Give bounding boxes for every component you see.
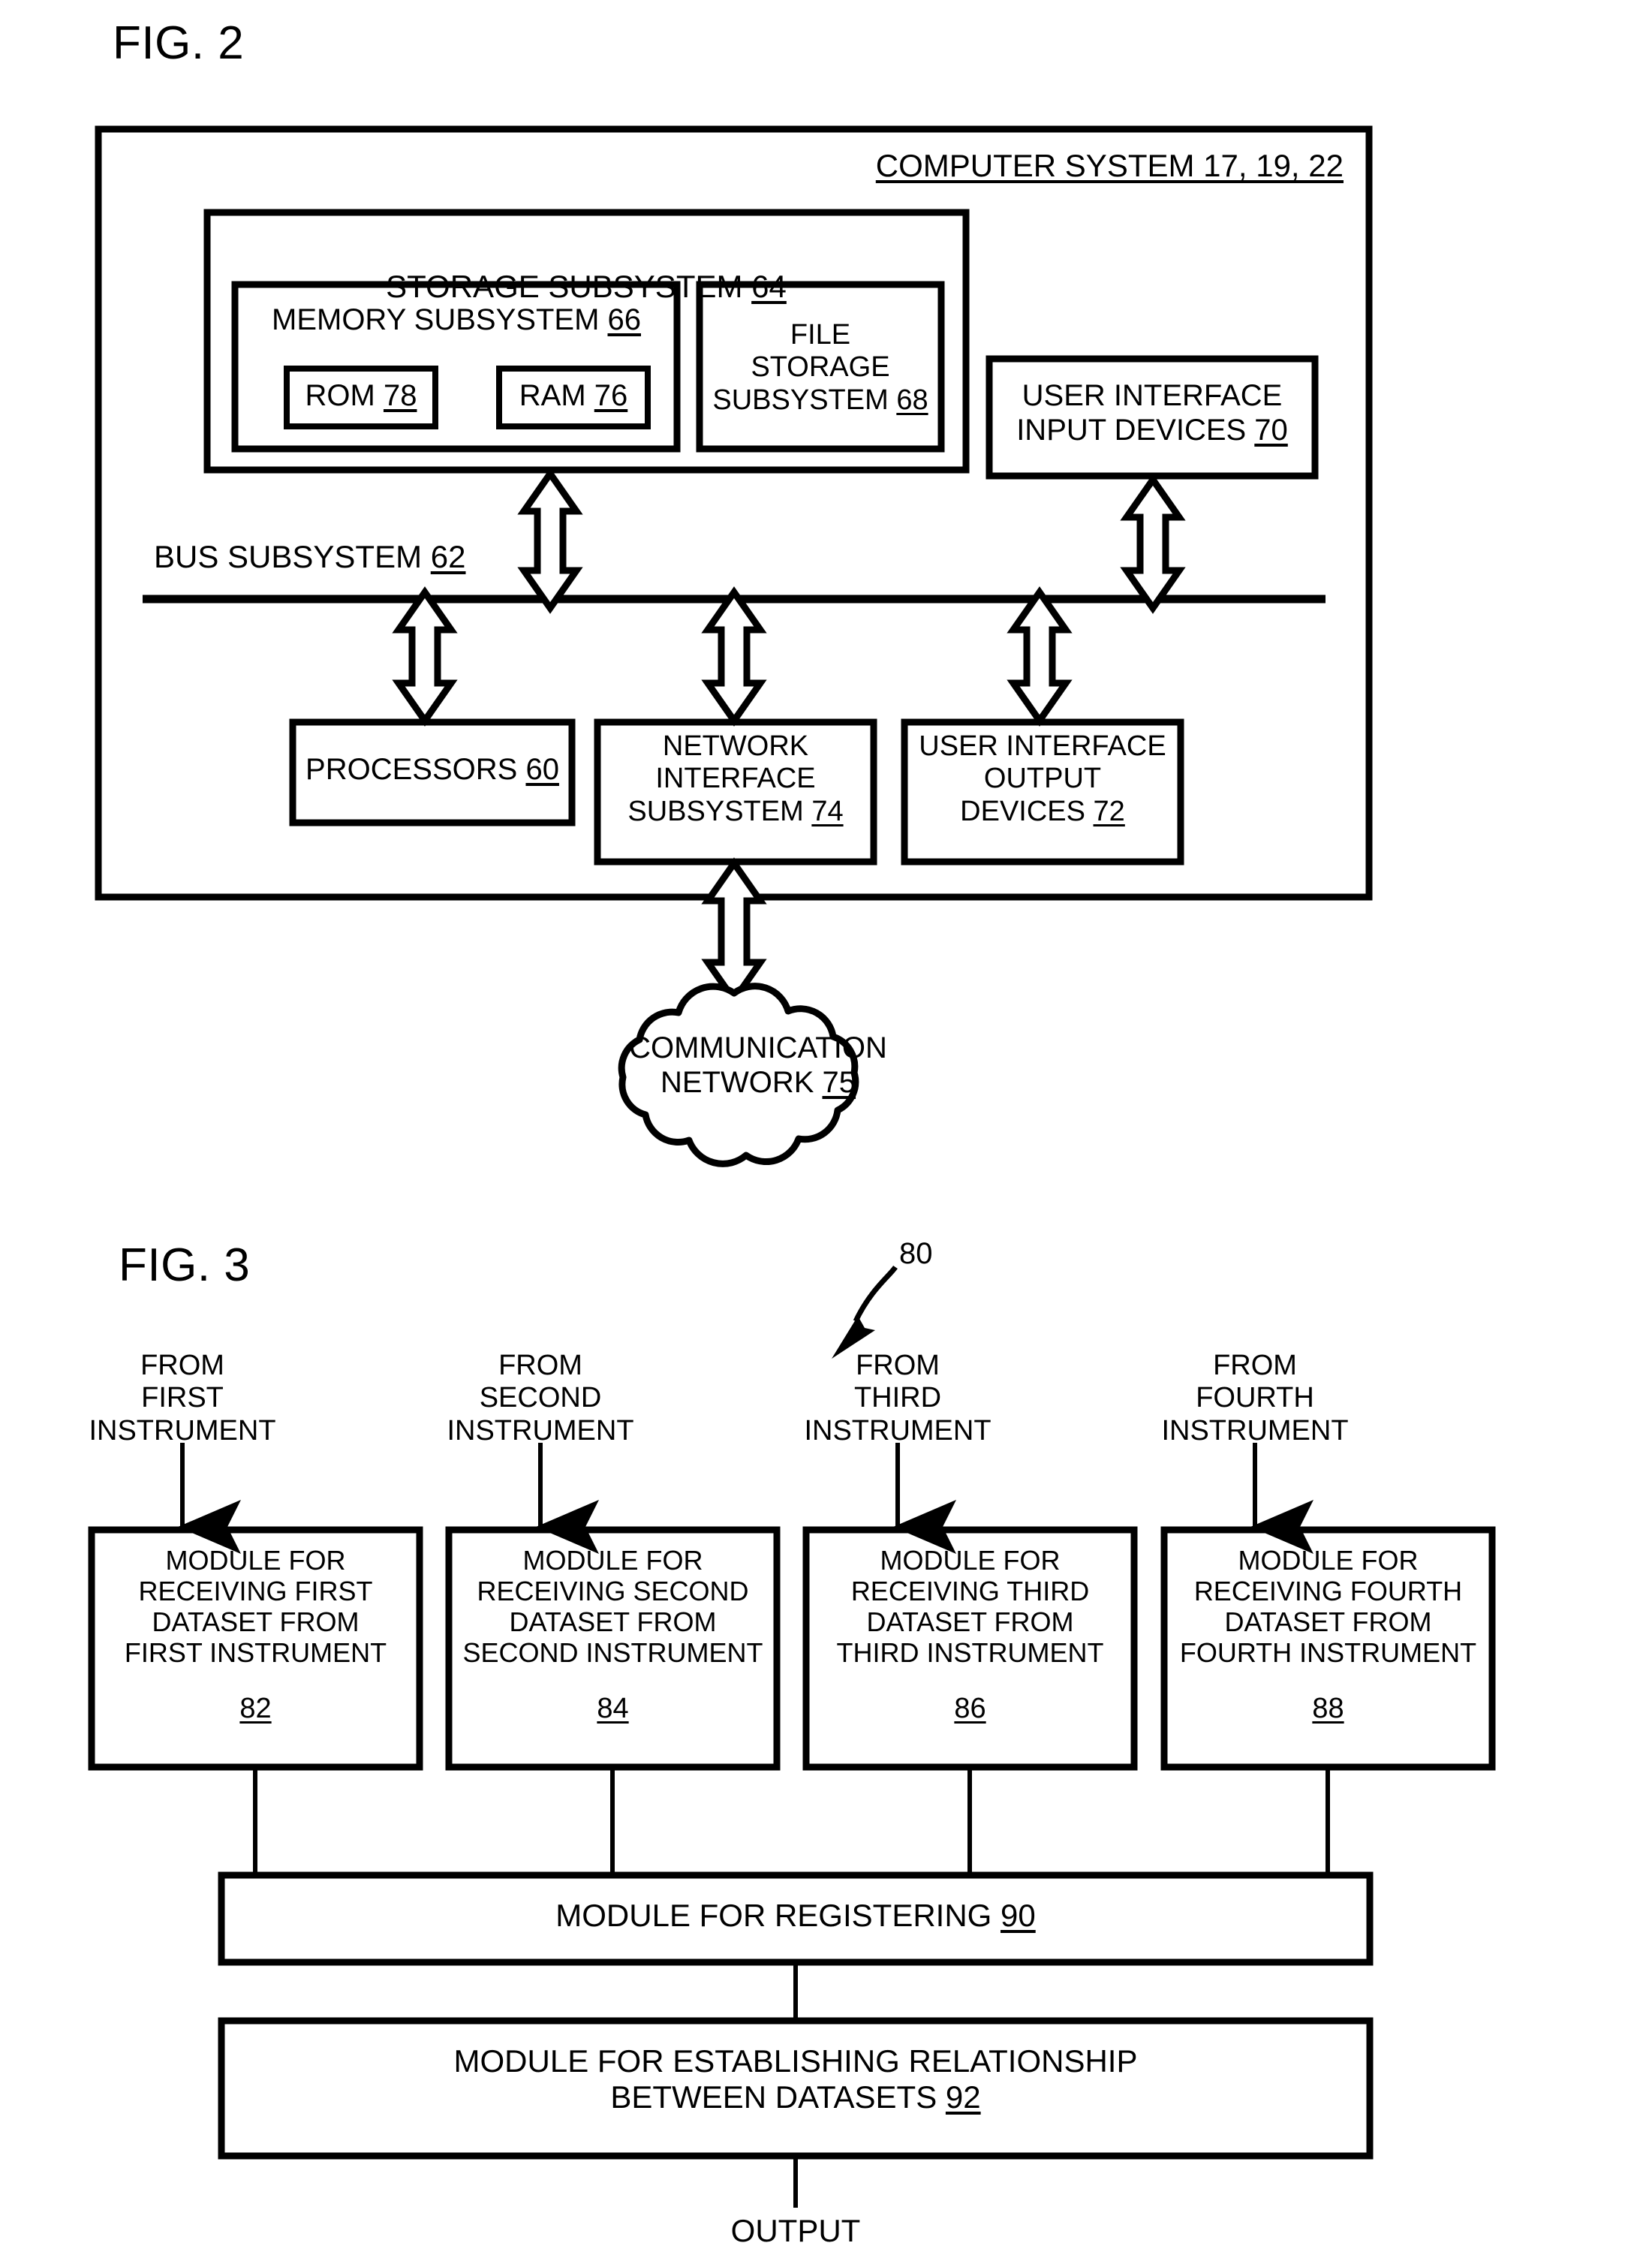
communication-network-label: COMMUNICATION NETWORK 75 xyxy=(629,1031,887,1099)
source-label-second: FROM SECOND INSTRUMENT xyxy=(447,1350,634,1447)
ram-label-reference-numeral: 76 xyxy=(594,379,628,412)
module-ref-3: 86 xyxy=(954,1693,986,1724)
arrow-bus-uioutput xyxy=(1007,586,1073,727)
rom-label-reference-numeral: 78 xyxy=(383,379,417,412)
user-interface-output-devices-label-reference-numeral: 72 xyxy=(1093,795,1125,827)
arrow-storage-bus xyxy=(517,468,583,614)
file-storage-subsystem-label: FILE STORAGE SUBSYSTEM 68 xyxy=(712,319,928,416)
network-interface-subsystem-label: NETWORK INTERFACE SUBSYSTEM 74 xyxy=(627,730,844,827)
patent-drawing-sheet: FIG. 2 COMPUTER SYSTEM 17, 19, 22 STORAG… xyxy=(0,0,1652,2255)
reference-leader-80 xyxy=(853,1265,898,1323)
module-label-3: MODULE FOR RECEIVING THIRD DATASET FROM … xyxy=(836,1545,1104,1669)
source-label-fourth: FROM FOURTH INSTRUMENT xyxy=(1161,1350,1349,1447)
ram-label: RAM 76 xyxy=(519,379,628,412)
memory-subsystem-label-reference-numeral: 66 xyxy=(607,303,642,336)
figure-2-title: FIG. 2 xyxy=(113,17,245,69)
relationship-module-label: MODULE FOR ESTABLISHING RELATIONSHIP BET… xyxy=(453,2043,1138,2115)
module-ref-4: 88 xyxy=(1312,1693,1344,1724)
register-module-label-reference-numeral: 90 xyxy=(1001,1898,1036,1933)
source-label-first: FROM FIRST INSTRUMENT xyxy=(89,1350,276,1447)
memory-subsystem-label: MEMORY SUBSYSTEM 66 xyxy=(272,303,642,336)
bus-subsystem-label-reference-numeral: 62 xyxy=(430,539,466,574)
reference-numeral-80: 80 xyxy=(899,1237,933,1270)
figure-3-title: FIG. 3 xyxy=(119,1239,251,1291)
module-label-2: MODULE FOR RECEIVING SECOND DATASET FROM… xyxy=(462,1545,763,1669)
source-label-third: FROM THIRD INSTRUMENT xyxy=(804,1350,992,1447)
user-interface-output-devices-label: USER INTERFACE OUTPUT DEVICES 72 xyxy=(919,730,1166,827)
storage-subsystem-text-reference-numeral: 64 xyxy=(751,268,787,304)
arrow-network-cloud xyxy=(701,857,767,1006)
user-interface-input-devices-label: USER INTERFACE INPUT DEVICES 70 xyxy=(1016,379,1288,447)
network-interface-subsystem-label-reference-numeral: 74 xyxy=(811,795,844,827)
arrow-bus-processors xyxy=(392,586,458,727)
register-module-label: MODULE FOR REGISTERING 90 xyxy=(555,1898,1036,1933)
storage-subsystem-label: STORAGE SUBSYSTEM 64 xyxy=(357,233,815,305)
rom-label: ROM 78 xyxy=(305,379,417,412)
arrow-uiinput-bus xyxy=(1120,474,1186,614)
bus-subsystem-label: BUS SUBSYSTEM 62 xyxy=(154,539,466,574)
module-label-1: MODULE FOR RECEIVING FIRST DATASET FROM … xyxy=(124,1545,387,1669)
computer-system-label: COMPUTER SYSTEM 17, 19, 22 xyxy=(875,148,1344,183)
processors-label-reference-numeral: 60 xyxy=(525,753,559,786)
processors-label: PROCESSORS 60 xyxy=(305,753,559,786)
storage-subsystem-text: STORAGE SUBSYSTEM 64 xyxy=(386,268,787,304)
module-ref-2: 84 xyxy=(597,1693,629,1724)
communication-network-label-reference-numeral: 75 xyxy=(822,1065,856,1099)
user-interface-input-devices-label-reference-numeral: 70 xyxy=(1254,413,1288,447)
module-ref-1: 82 xyxy=(239,1693,272,1724)
module-label-4: MODULE FOR RECEIVING FOURTH DATASET FROM… xyxy=(1179,1545,1477,1669)
output-label: OUTPUT xyxy=(730,2213,861,2248)
arrow-bus-network-interface xyxy=(701,586,767,727)
relationship-module-label-reference-numeral: 92 xyxy=(945,2079,981,2115)
file-storage-subsystem-label-reference-numeral: 68 xyxy=(896,384,928,416)
